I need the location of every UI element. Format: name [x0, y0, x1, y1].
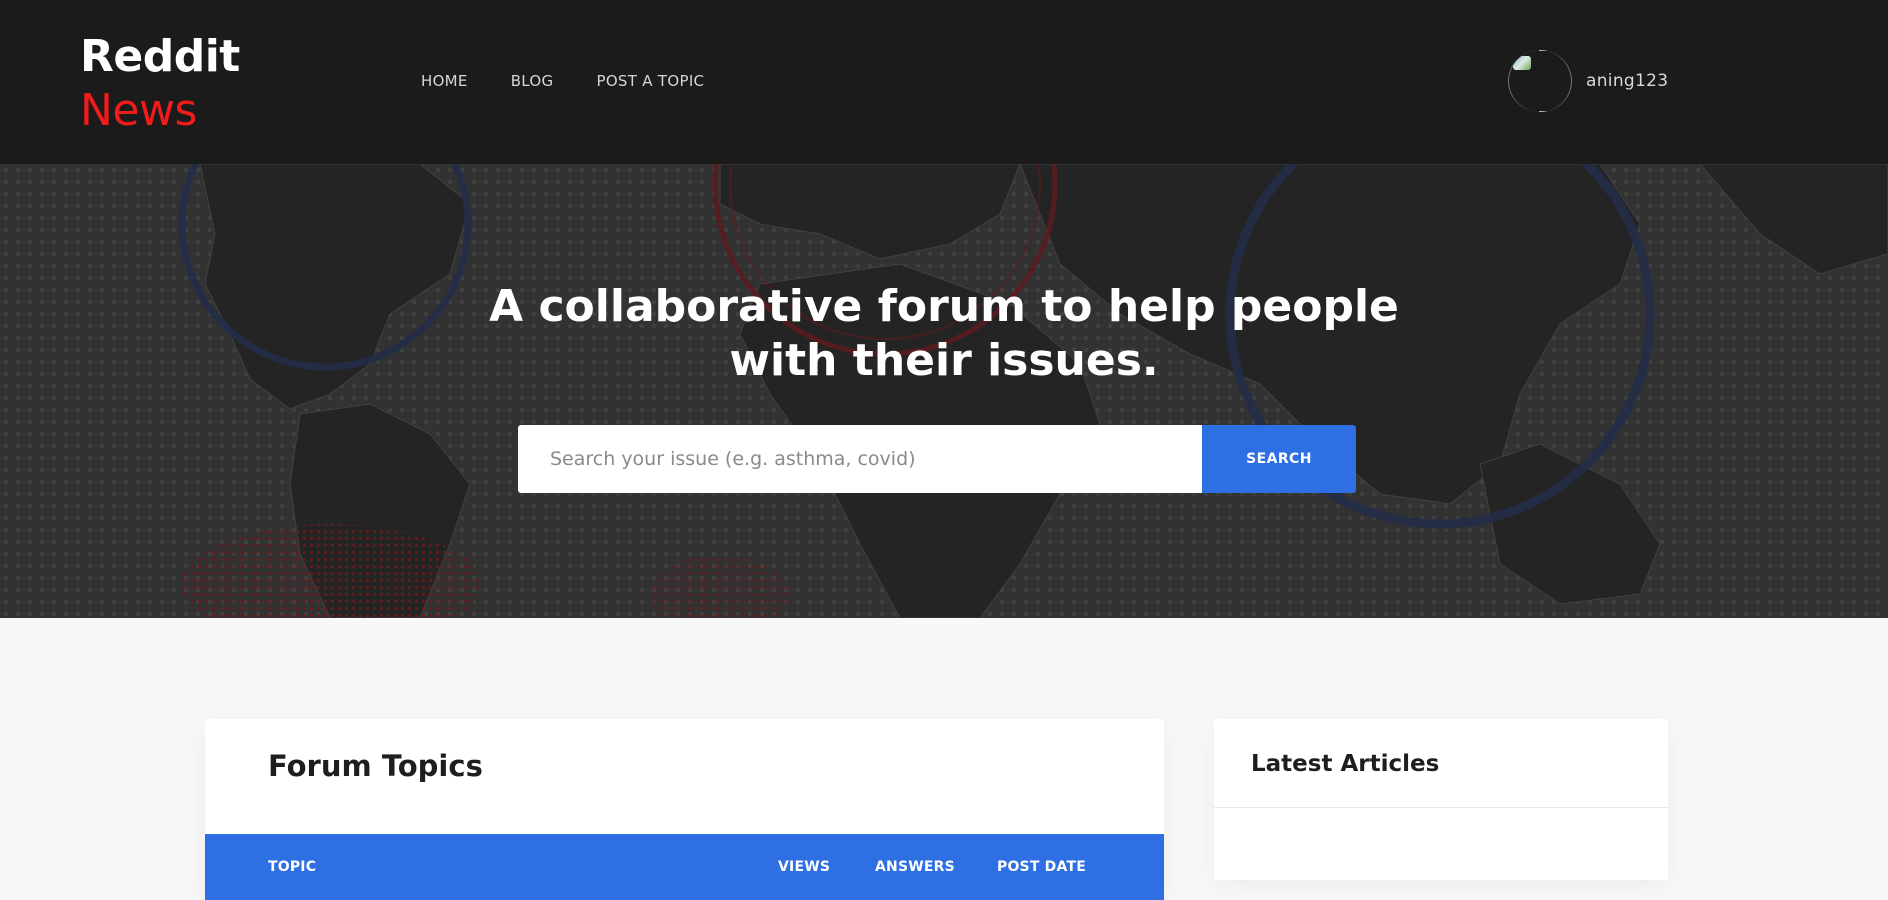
user-menu[interactable]: aning123 — [1508, 50, 1668, 112]
column-views[interactable]: VIEWS — [778, 859, 830, 875]
search-input[interactable] — [518, 425, 1202, 493]
latest-articles-title: Latest Articles — [1251, 751, 1440, 777]
site-header: Reddit News HOME BLOG POST A TOPIC aning… — [0, 0, 1888, 164]
search-button[interactable]: SEARCH — [1202, 425, 1356, 493]
latest-articles-card: Latest Articles — [1214, 719, 1668, 880]
nav-home-link[interactable]: HOME — [421, 72, 468, 90]
username[interactable]: aning123 — [1586, 71, 1668, 91]
logo-line1: Reddit — [80, 31, 240, 82]
main-nav: HOME BLOG POST A TOPIC — [421, 72, 747, 90]
nav-blog-link[interactable]: BLOG — [511, 72, 554, 90]
logo-line2: News — [80, 85, 197, 136]
forum-topics-title: Forum Topics — [268, 749, 483, 783]
broken-image-icon — [1513, 56, 1531, 70]
divider — [1214, 807, 1668, 808]
search-bar: SEARCH — [518, 425, 1356, 493]
column-answers[interactable]: ANSWERS — [875, 859, 955, 875]
forum-topics-card: Forum Topics TOPIC VIEWS ANSWERS POST DA… — [205, 719, 1164, 900]
site-logo[interactable]: Reddit News — [80, 30, 240, 138]
avatar[interactable] — [1508, 50, 1572, 112]
hero-title: A collaborative forum to help people wit… — [489, 281, 1399, 386]
hero-section: A collaborative forum to help people wit… — [0, 164, 1888, 618]
nav-post-topic-link[interactable]: POST A TOPIC — [596, 72, 704, 90]
forum-table-header: TOPIC VIEWS ANSWERS POST DATE — [205, 834, 1164, 900]
world-map-background — [0, 164, 1888, 618]
column-topic[interactable]: TOPIC — [268, 859, 316, 875]
column-post-date[interactable]: POST DATE — [997, 859, 1086, 875]
